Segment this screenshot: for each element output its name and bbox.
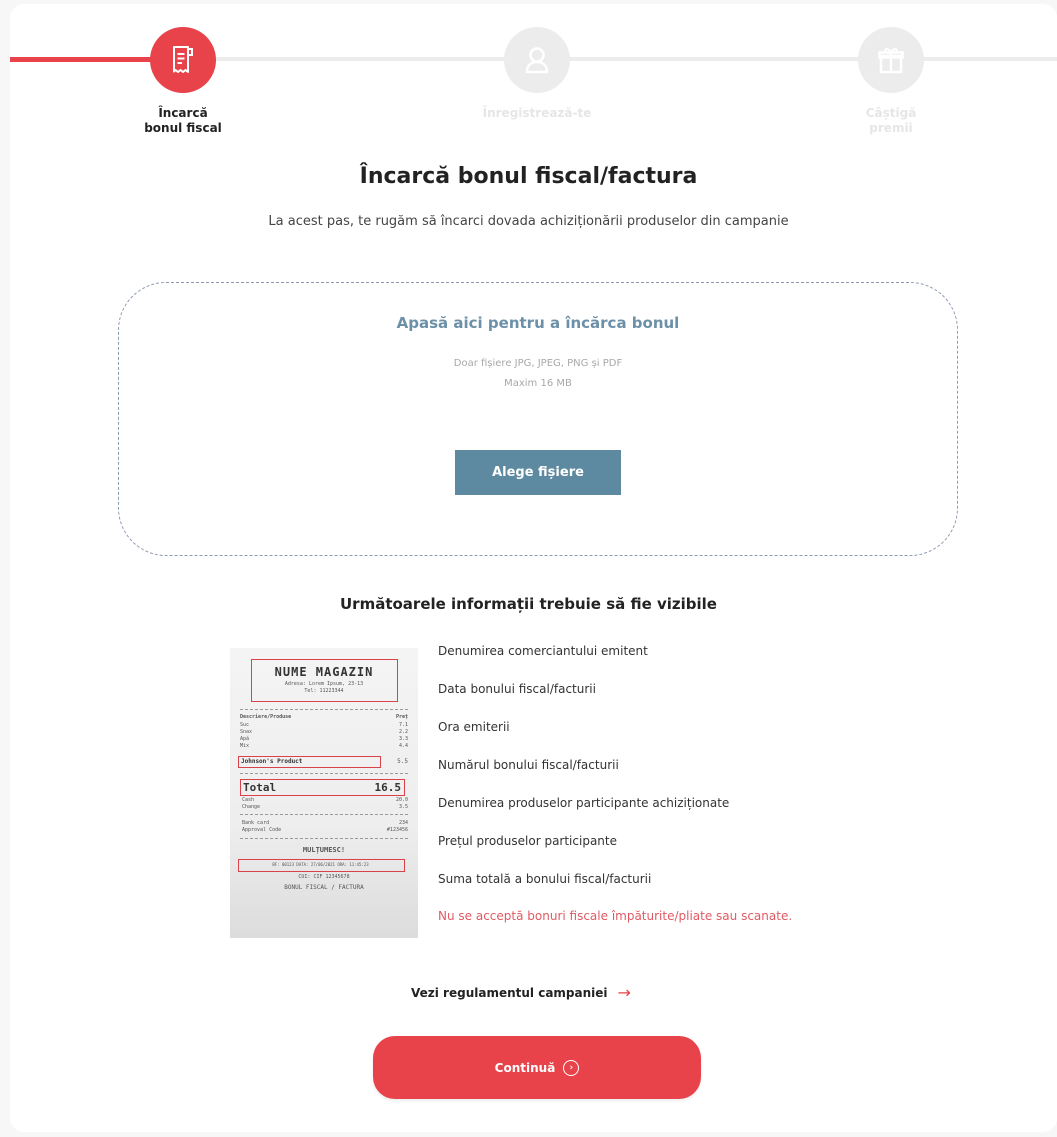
receipt-footer: BONUL FISCAL / FACTURA [284,884,364,891]
user-icon [525,47,549,74]
receipt-cash-label: Cash [242,797,255,803]
receipt-line-price: 3.3 [398,736,408,742]
receipt-change-value: 3.5 [398,804,408,810]
stepper-track-line [210,57,1057,61]
receipt-product-price: 5.5 [397,758,408,765]
receipt-phone: Tel: 11223344 [304,688,344,694]
continue-button[interactable]: Continuă › [373,1036,701,1099]
gift-icon [878,48,904,74]
receipt-card-value: 234 [398,820,408,826]
step-3-label: Câștigă premii [865,106,917,135]
receipt-col-price: Preț [395,714,408,720]
receipt-total-value: 16.5 [374,781,402,794]
requirement-item: Prețul produselor participante [438,834,617,848]
receipt-cash-value: 20.0 [395,797,408,803]
arrow-right-icon: → [617,983,631,1002]
campaign-rules-link[interactable]: Vezi regulamentul campaniei → [411,983,631,1002]
receipt-bon-line: BF: 00123 DATA: 27/06/2021 ORA: 11:45:23 [272,862,369,867]
receipt-card-label: Bank card [242,820,270,826]
step-3-circle [858,27,924,93]
receipt-approval-label: Approval Code [242,827,282,833]
receipt-divider [240,814,408,815]
step-2-circle [504,27,570,93]
requirement-item: Ora emiterii [438,720,510,734]
receipt-example-image: NUME MAGAZIN Adresa: Lorem Ipsum, 23-13 … [230,648,418,938]
step-2-label: Înregistrează-te [482,106,592,120]
receipt-address: Adresa: Lorem Ipsum, 23-13 [284,681,364,687]
receipt-line-name: Snax [240,729,253,735]
page-title: Încarcă bonul fiscal/factura [359,164,698,189]
campaign-rules-label[interactable]: Vezi regulamentul campaniei [411,986,608,1000]
receipt-approval-value: #123456 [386,827,408,833]
stepper-progress-line [10,57,160,62]
receipt-thanks: MULȚUMESC! [302,846,346,854]
upload-size-hint: Maxim 16 MB [504,378,572,389]
receipt-divider [240,709,408,710]
receipt-line-price: 7.1 [398,722,408,728]
step-1-circle [150,27,216,93]
receipt-icon [173,46,193,73]
page-subtitle: La acest pas, te rugăm să încarci dovada… [268,214,789,229]
requirement-item: Suma totală a bonului fiscal/facturii [438,872,652,886]
receipt-line-name: Suc [240,722,250,728]
choose-files-button[interactable]: Alege fișiere [455,450,621,495]
upload-file-types-hint: Doar fișiere JPG, JPEG, PNG și PDF [453,358,623,369]
receipt-line-price: 4.4 [398,743,408,749]
requirements-title: Următoarele informații trebuie să fie vi… [340,595,717,613]
receipt-line-price: 2.2 [398,729,408,735]
requirement-item: Numărul bonului fiscal/facturii [438,758,619,772]
continue-label: Continuă [494,1060,556,1075]
receipt-cui-line: CUI: CIF 12345678 [298,874,350,880]
requirement-warning: Nu se acceptă bonuri fiscale împăturite/… [438,909,793,923]
chevron-right-circle-icon: › [563,1059,580,1076]
receipt-change-label: Change [242,804,261,810]
requirement-item: Denumirea comerciantului emitent [438,644,648,658]
receipt-divider [240,773,408,774]
receipt-line-name: Apă [240,736,250,742]
upload-dropzone[interactable]: Apasă aici pentru a încărca bonul Doar f… [118,282,958,556]
receipt-col-desc: Descriere/Produse [240,714,292,720]
receipt-total-label: Total [243,781,277,794]
requirement-item: Denumirea produselor participante achizi… [438,796,730,810]
receipt-divider [240,838,408,839]
upload-title[interactable]: Apasă aici pentru a încărca bonul [119,314,957,332]
receipt-product: Johnson's Product [241,758,303,765]
requirement-item: Data bonului fiscal/facturii [438,682,596,696]
step-1-label: Încarcă bonul fiscal [144,106,222,135]
receipt-line-name: Mix [240,743,250,749]
receipt-store-name: NUME MAGAZIN [274,665,374,679]
